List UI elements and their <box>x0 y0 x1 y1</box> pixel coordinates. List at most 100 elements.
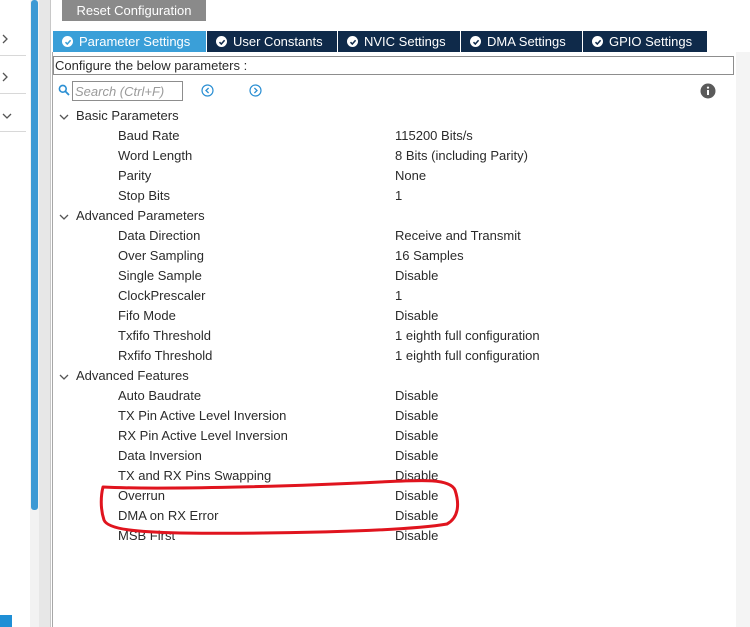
chevron-down-icon[interactable] <box>58 110 70 125</box>
tab-parameter-settings[interactable]: Parameter Settings <box>53 31 207 52</box>
param-row-overrun[interactable]: Overrun Disable <box>53 486 733 506</box>
param-name: Word Length <box>118 148 193 163</box>
configuration-description: Configure the below parameters : <box>53 56 734 75</box>
check-circle-icon <box>62 36 73 47</box>
chevron-right-icon[interactable] <box>1 71 9 86</box>
tab-dma-settings[interactable]: DMA Settings <box>461 31 583 52</box>
param-name: Txfifo Threshold <box>118 328 211 343</box>
param-row-single-sample[interactable]: Single Sample Disable <box>53 266 733 286</box>
panel-divider[interactable] <box>39 0 50 627</box>
param-value[interactable]: 1 eighth full configuration <box>395 328 540 343</box>
param-value[interactable]: 8 Bits (including Parity) <box>395 148 528 163</box>
param-name: Parity <box>118 168 152 183</box>
param-name: TX and RX Pins Swapping <box>118 468 272 483</box>
param-row-dma-on-rx-error[interactable]: DMA on RX Error Disable <box>53 506 733 526</box>
chevron-right-icon[interactable] <box>1 33 9 48</box>
group-row-advanced-features[interactable]: Advanced Features <box>53 366 733 386</box>
param-row-data-direction[interactable]: Data Direction Receive and Transmit <box>53 226 733 246</box>
group-label: Basic Parameters <box>76 108 179 123</box>
param-value[interactable]: Disable <box>395 528 438 543</box>
param-name: Over Sampling <box>118 248 204 263</box>
param-row-stop-bits[interactable]: Stop Bits 1 <box>53 186 733 206</box>
group-row-basic-parameters[interactable]: Basic Parameters <box>53 106 733 126</box>
param-row-rxfifo-threshold[interactable]: Rxfifo Threshold 1 eighth full configura… <box>53 346 733 366</box>
arrow-right-circle-icon[interactable] <box>249 84 262 97</box>
param-row-over-sampling[interactable]: Over Sampling 16 Samples <box>53 246 733 266</box>
param-value[interactable]: Disable <box>395 468 438 483</box>
param-row-tx-pin-inversion[interactable]: TX Pin Active Level Inversion Disable <box>53 406 733 426</box>
param-name: Fifo Mode <box>118 308 176 323</box>
left-tree-row[interactable] <box>0 29 26 56</box>
left-panel-button[interactable] <box>0 615 12 627</box>
tab-gpio-settings[interactable]: GPIO Settings <box>583 31 708 52</box>
param-name: Stop Bits <box>118 188 171 203</box>
left-scrollbar-thumb[interactable] <box>31 0 38 510</box>
param-value[interactable]: Disable <box>395 508 438 523</box>
param-row-baud-rate[interactable]: Baud Rate 115200 Bits/s <box>53 126 733 146</box>
group-label: Advanced Features <box>76 368 189 383</box>
tab-label: GPIO Settings <box>609 34 693 49</box>
param-row-txfifo-threshold[interactable]: Txfifo Threshold 1 eighth full configura… <box>53 326 733 346</box>
param-name: Single Sample <box>118 268 202 283</box>
param-row-rx-pin-inversion[interactable]: RX Pin Active Level Inversion Disable <box>53 426 733 446</box>
info-icon[interactable] <box>700 83 716 99</box>
param-value[interactable]: Disable <box>395 488 438 503</box>
param-value[interactable]: 1 eighth full configuration <box>395 348 540 363</box>
param-value[interactable]: Receive and Transmit <box>395 228 521 243</box>
tab-user-constants[interactable]: User Constants <box>207 31 338 52</box>
param-value[interactable]: None <box>395 168 426 183</box>
param-name: Data Inversion <box>118 448 202 463</box>
param-name: Overrun <box>118 488 165 503</box>
param-name: Baud Rate <box>118 128 180 143</box>
param-row-clock-prescaler[interactable]: ClockPrescaler 1 <box>53 286 733 306</box>
param-value[interactable]: Disable <box>395 408 438 423</box>
param-name: Data Direction <box>118 228 201 243</box>
chevron-down-icon[interactable] <box>58 370 70 385</box>
tab-nvic-settings[interactable]: NVIC Settings <box>338 31 461 52</box>
search-input[interactable] <box>72 81 183 101</box>
param-name: MSB First <box>118 528 176 543</box>
group-row-advanced-parameters[interactable]: Advanced Parameters <box>53 206 733 226</box>
reset-configuration-button[interactable]: Reset Configuration <box>62 0 206 21</box>
param-row-data-inversion[interactable]: Data Inversion Disable <box>53 446 733 466</box>
param-row-fifo-mode[interactable]: Fifo Mode Disable <box>53 306 733 326</box>
param-value[interactable]: 115200 Bits/s <box>395 128 473 143</box>
settings-tabbar: Parameter Settings User Constants NVIC S… <box>53 31 750 52</box>
search-icon[interactable] <box>58 84 70 99</box>
arrow-left-circle-icon[interactable] <box>201 84 214 97</box>
left-panel <box>0 0 30 627</box>
panel-divider-line <box>50 0 51 627</box>
param-row-auto-baudrate[interactable]: Auto Baudrate Disable <box>53 386 733 406</box>
chevron-down-icon[interactable] <box>58 210 70 225</box>
chevron-down-icon[interactable] <box>1 109 13 124</box>
param-row-word-length[interactable]: Word Length 8 Bits (including Parity) <box>53 146 733 166</box>
check-circle-icon <box>592 36 603 47</box>
tab-label: NVIC Settings <box>364 34 446 49</box>
param-name: ClockPrescaler <box>118 288 206 303</box>
check-circle-icon <box>216 36 227 47</box>
right-scrollbar[interactable] <box>736 52 750 627</box>
param-value[interactable]: Disable <box>395 448 438 463</box>
param-name: Rxfifo Threshold <box>118 348 213 363</box>
param-name: TX Pin Active Level Inversion <box>118 408 287 423</box>
param-value[interactable]: Disable <box>395 388 438 403</box>
tab-label: User Constants <box>233 34 323 49</box>
param-name: RX Pin Active Level Inversion <box>118 428 288 443</box>
left-tree-row[interactable] <box>0 105 26 132</box>
param-value[interactable]: 16 Samples <box>395 248 464 263</box>
group-label: Advanced Parameters <box>76 208 205 223</box>
param-name: DMA on RX Error <box>118 508 219 523</box>
param-value[interactable]: Disable <box>395 268 438 283</box>
param-row-msb-first[interactable]: MSB First Disable <box>53 526 733 546</box>
param-row-pins-swapping[interactable]: TX and RX Pins Swapping Disable <box>53 466 733 486</box>
param-value[interactable]: Disable <box>395 308 438 323</box>
tab-label: Parameter Settings <box>79 34 191 49</box>
param-value[interactable]: 1 <box>395 288 402 303</box>
param-value[interactable]: Disable <box>395 428 438 443</box>
check-circle-icon <box>347 36 358 47</box>
check-circle-icon <box>470 36 481 47</box>
left-tree-row[interactable] <box>0 67 26 94</box>
tab-label: DMA Settings <box>487 34 566 49</box>
param-row-parity[interactable]: Parity None <box>53 166 733 186</box>
param-value[interactable]: 1 <box>395 188 402 203</box>
